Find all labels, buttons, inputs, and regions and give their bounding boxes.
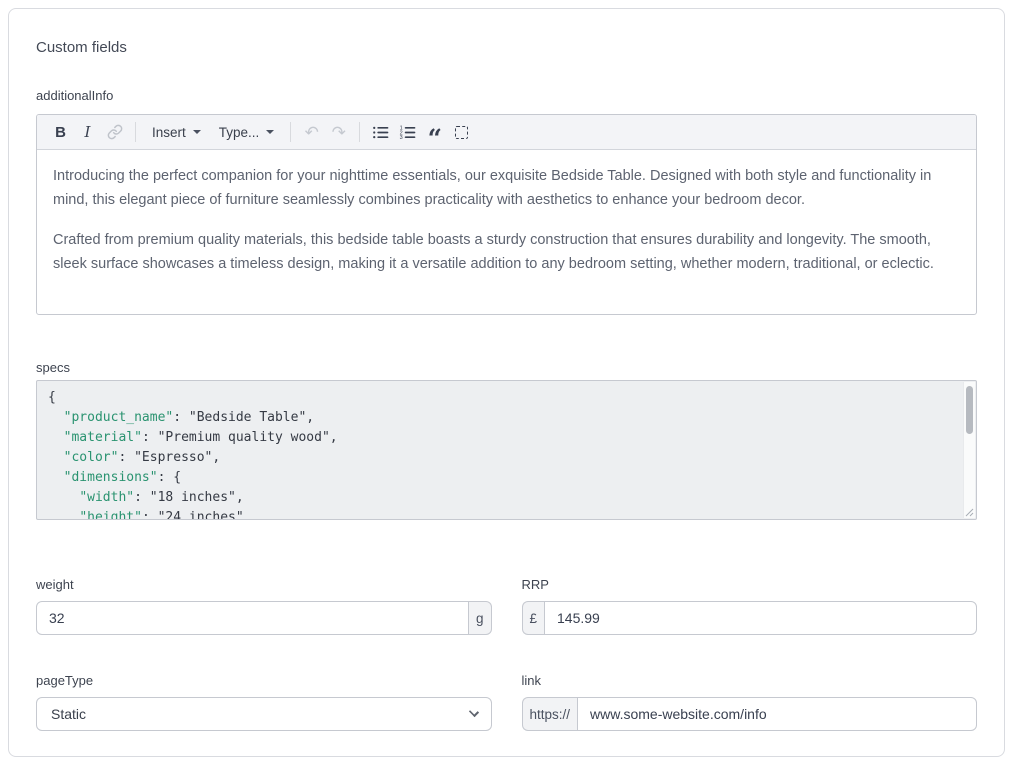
redo-button[interactable]: ↷ xyxy=(325,119,352,145)
scrollbar-track[interactable] xyxy=(963,382,975,518)
link-input[interactable] xyxy=(577,697,977,731)
scrollbar-thumb[interactable] xyxy=(966,386,973,434)
ordered-list-button[interactable]: 1 2 3 xyxy=(394,119,421,145)
dashed-square-button[interactable] xyxy=(448,119,475,145)
page-type-label: pageType xyxy=(36,673,492,689)
link-icon xyxy=(107,124,123,140)
type-dropdown[interactable]: Type... xyxy=(210,119,284,145)
field-page-type: pageType Static xyxy=(36,673,492,731)
field-weight: weight g xyxy=(36,577,492,635)
caret-down-icon xyxy=(193,130,201,134)
page-type-select[interactable]: Static xyxy=(36,697,492,731)
link-label: link xyxy=(522,673,978,689)
bold-button[interactable]: B xyxy=(47,119,74,145)
undo-button[interactable]: ↶ xyxy=(298,119,325,145)
specs-code: { "product_name": "Bedside Table", "mate… xyxy=(37,381,976,520)
editor-content[interactable]: Introducing the perfect companion for yo… xyxy=(37,150,976,290)
page-title: Custom fields xyxy=(36,9,977,57)
weight-input-group: g xyxy=(36,601,492,635)
insert-dropdown-label: Insert xyxy=(152,125,186,140)
field-additional-info: additionalInfo B I Insert xyxy=(36,88,977,315)
editor-toolbar: B I Insert Type... xyxy=(37,115,976,150)
field-specs: specs { "product_name": "Bedside Table",… xyxy=(36,360,977,520)
additional-info-label: additionalInfo xyxy=(36,88,977,104)
specs-label: specs xyxy=(36,360,977,376)
toolbar-separator xyxy=(290,122,291,142)
bullet-list-icon xyxy=(372,124,389,141)
page-type-selected-value: Static xyxy=(51,706,86,722)
bullet-list-button[interactable] xyxy=(367,119,394,145)
blockquote-button[interactable]: “ xyxy=(421,119,448,145)
weight-label: weight xyxy=(36,577,492,593)
dashed-square-icon xyxy=(455,126,468,139)
ordered-list-icon: 1 2 3 xyxy=(399,124,416,141)
chevron-down-icon xyxy=(468,707,478,717)
rrp-input[interactable] xyxy=(544,601,977,635)
type-dropdown-label: Type... xyxy=(219,125,260,140)
rrp-label: RRP xyxy=(522,577,978,593)
specs-textarea[interactable]: { "product_name": "Bedside Table", "mate… xyxy=(36,380,977,520)
row-weight-rrp: weight g RRP £ xyxy=(36,577,977,635)
rich-text-editor: B I Insert Type... xyxy=(36,114,977,315)
toolbar-separator xyxy=(135,122,136,142)
field-link: link https:// xyxy=(522,673,978,731)
caret-down-icon xyxy=(266,130,274,134)
resize-grip-icon[interactable] xyxy=(964,507,974,517)
italic-button[interactable]: I xyxy=(74,119,101,145)
link-button[interactable] xyxy=(101,119,128,145)
editor-paragraph: Crafted from premium quality materials, … xyxy=(53,228,960,276)
svg-text:3: 3 xyxy=(400,135,403,141)
editor-paragraph: Introducing the perfect companion for yo… xyxy=(53,164,960,212)
insert-dropdown[interactable]: Insert xyxy=(143,119,210,145)
weight-unit-addon: g xyxy=(469,601,492,635)
field-rrp: RRP £ xyxy=(522,577,978,635)
currency-addon: £ xyxy=(522,601,545,635)
rrp-input-group: £ xyxy=(522,601,978,635)
protocol-addon: https:// xyxy=(522,697,578,731)
toolbar-separator xyxy=(359,122,360,142)
link-input-group: https:// xyxy=(522,697,978,731)
row-pagetype-link: pageType Static link https:// xyxy=(36,673,977,731)
undo-icon: ↶ xyxy=(305,124,319,141)
redo-icon: ↷ xyxy=(332,124,346,141)
custom-fields-card: Custom fields additionalInfo B I Inse xyxy=(8,8,1005,757)
weight-input[interactable] xyxy=(36,601,469,635)
